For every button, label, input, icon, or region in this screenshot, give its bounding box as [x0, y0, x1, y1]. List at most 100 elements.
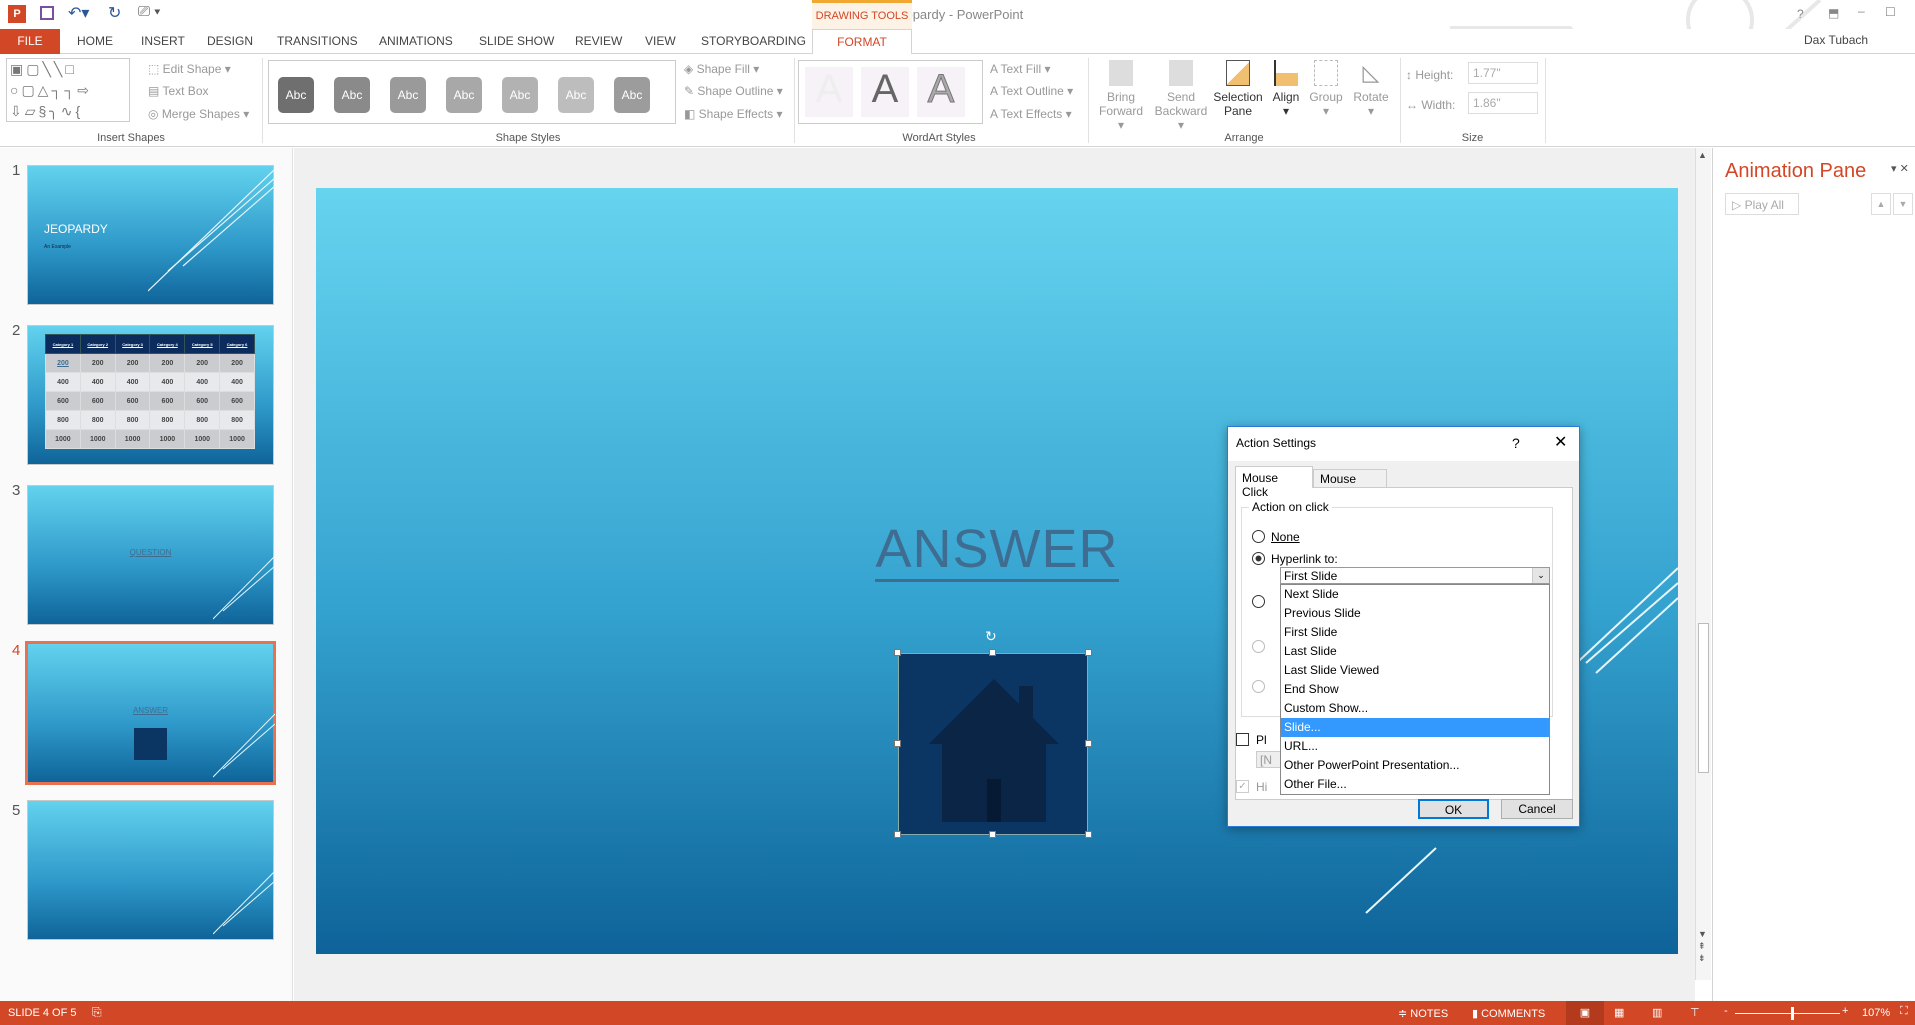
text-outline-button[interactable]: A Text Outline ▾ [990, 84, 1073, 98]
shape-style-swatch[interactable]: Abc [614, 77, 650, 113]
resize-handle[interactable] [894, 831, 901, 838]
height-input[interactable]: 1.77" [1468, 62, 1538, 84]
dropdown-option[interactable]: Other File... [1281, 775, 1549, 794]
dropdown-option[interactable]: Last Slide [1281, 642, 1549, 661]
fit-to-window-icon[interactable]: ⛶ [1900, 1005, 1908, 1018]
maximize-icon[interactable]: ☐ [1885, 5, 1896, 19]
text-box-button[interactable]: ▤ Text Box [148, 84, 209, 98]
resize-handle[interactable] [989, 831, 996, 838]
dropdown-option[interactable]: End Show [1281, 680, 1549, 699]
shape-style-swatch[interactable]: Abc [390, 77, 426, 113]
rotate-handle-icon[interactable]: ↻ [985, 628, 997, 645]
text-effects-button[interactable]: A Text Effects ▾ [990, 107, 1072, 121]
wordart-style[interactable]: A [861, 67, 909, 117]
home-action-button-shape[interactable] [898, 653, 1088, 835]
tab-mouse-over[interactable]: Mouse Over [1313, 469, 1387, 500]
shape-fill-button[interactable]: ◈ Shape Fill ▾ [684, 62, 759, 76]
spell-check-icon[interactable]: ⎘ [92, 1005, 102, 1020]
tab-storyboarding[interactable]: STORYBOARDING [692, 29, 815, 54]
play-sound-checkbox[interactable] [1236, 733, 1249, 746]
zoom-level[interactable]: 107% [1862, 1007, 1890, 1019]
slide-thumbnail-2[interactable]: Category 1 Category 2 Category 3 Category 4… [27, 325, 274, 465]
merge-shapes-button[interactable]: ◎ Merge Shapes ▾ [148, 107, 249, 121]
tab-mouse-click[interactable]: Mouse Click [1235, 466, 1313, 499]
shape-style-swatch[interactable]: Abc [558, 77, 594, 113]
resize-handle[interactable] [989, 649, 996, 656]
vertical-scrollbar[interactable]: ▲ ▼ ⇞ ⇟ [1695, 148, 1711, 980]
move-up-icon[interactable]: ▲ [1871, 193, 1891, 215]
dropdown-option[interactable]: URL... [1281, 737, 1549, 756]
send-backward-button[interactable]: Send Backward ▾ [1152, 60, 1210, 132]
tab-view[interactable]: VIEW [636, 29, 685, 54]
ribbon-display-options-icon[interactable]: ⬒ [1828, 6, 1839, 20]
help-button[interactable]: ? [1797, 7, 1804, 21]
normal-view-icon[interactable]: ▣ [1566, 1001, 1604, 1025]
shapes-gallery[interactable]: ▣▢╲╲□ ○▢△┐┐⇨ ⇩▱§╮∿{ [6, 58, 130, 122]
shape-style-swatch[interactable]: Abc [334, 77, 370, 113]
dropdown-option[interactable]: Other PowerPoint Presentation... [1281, 756, 1549, 775]
resize-handle[interactable] [894, 740, 901, 747]
tab-slide-show[interactable]: SLIDE SHOW [470, 29, 563, 54]
dropdown-option[interactable]: Custom Show... [1281, 699, 1549, 718]
zoom-slider[interactable] [1735, 1013, 1840, 1014]
shape-style-swatch[interactable]: Abc [502, 77, 538, 113]
wordart-style[interactable]: A [917, 67, 965, 117]
chevron-down-icon[interactable]: ⌄ [1532, 568, 1549, 583]
group-button[interactable]: Group ▾ [1306, 60, 1346, 118]
slide-sorter-icon[interactable]: ▦ [1614, 1006, 1624, 1019]
width-input[interactable]: 1.86" [1468, 92, 1538, 114]
play-all-button[interactable]: ▷ Play All [1725, 193, 1799, 215]
move-down-icon[interactable]: ▼ [1893, 193, 1913, 215]
notes-button[interactable]: ≑ NOTES [1398, 1007, 1448, 1020]
hyperlink-dropdown-list[interactable]: Next Slide Previous Slide First Slide Last … [1280, 584, 1550, 795]
align-button[interactable]: Align ▾ [1268, 60, 1304, 118]
scrollbar-thumb[interactable] [1698, 623, 1709, 773]
hyperlink-select[interactable]: First Slide ⌄ [1280, 567, 1550, 584]
slide-show-view-icon[interactable]: ⊤ [1690, 1006, 1700, 1019]
user-name[interactable]: Dax Tubach [1804, 33, 1868, 47]
edit-shape-button[interactable]: ⬚ Edit Shape ▾ [148, 62, 231, 76]
resize-handle[interactable] [1085, 831, 1092, 838]
bring-forward-button[interactable]: Bring Forward ▾ [1096, 60, 1146, 132]
tab-file[interactable]: FILE [0, 29, 60, 54]
dialog-help-button[interactable]: ? [1512, 435, 1520, 451]
shape-style-swatch[interactable]: Abc [446, 77, 482, 113]
resize-handle[interactable] [1085, 740, 1092, 747]
zoom-slider-thumb[interactable] [1791, 1007, 1794, 1020]
comments-button[interactable]: ▮ COMMENTS [1472, 1007, 1545, 1020]
tab-format[interactable]: FORMAT [812, 29, 912, 55]
shape-styles-gallery[interactable]: Abc Abc Abc Abc Abc Abc Abc [268, 60, 676, 124]
hyperlink-label[interactable]: Hyperlink to: [1271, 552, 1338, 566]
slide-thumbnails-panel[interactable]: 1 JEOPARDY An Example 2 Category 1 Catego… [0, 148, 293, 1001]
zoom-out-button[interactable]: - [1724, 1005, 1728, 1017]
dropdown-option[interactable]: Previous Slide [1281, 604, 1549, 623]
scroll-up-icon[interactable]: ▲ [1698, 150, 1707, 160]
slide-thumbnail-5[interactable] [27, 800, 275, 940]
radio-none[interactable] [1252, 530, 1265, 543]
pane-options-icon[interactable]: ▾ ✕ [1891, 162, 1909, 175]
tab-insert[interactable]: INSERT [132, 29, 194, 54]
radio-hyperlink[interactable] [1252, 552, 1265, 565]
play-sound-label[interactable]: Pl [1256, 733, 1267, 747]
tab-animations[interactable]: ANIMATIONS [370, 29, 462, 54]
minimize-icon[interactable]: – [1858, 4, 1865, 18]
slide-thumbnail-3[interactable]: QUESTION [27, 485, 275, 625]
ok-button[interactable]: OK [1418, 799, 1489, 819]
text-fill-button[interactable]: A Text Fill ▾ [990, 62, 1051, 76]
tab-home[interactable]: HOME [68, 29, 122, 54]
tab-transitions[interactable]: TRANSITIONS [268, 29, 367, 54]
cancel-button[interactable]: Cancel [1501, 799, 1573, 819]
radio-run-program[interactable] [1252, 595, 1265, 608]
selection-pane-button[interactable]: Selection Pane [1212, 60, 1264, 118]
zoom-in-button[interactable]: + [1842, 1005, 1848, 1017]
dropdown-option[interactable]: Next Slide [1281, 585, 1549, 604]
tab-review[interactable]: REVIEW [566, 29, 631, 54]
resize-handle[interactable] [894, 649, 901, 656]
close-icon[interactable]: ✕ [1554, 432, 1567, 452]
none-label[interactable]: None [1271, 530, 1300, 544]
shape-effects-button[interactable]: ◧ Shape Effects ▾ [684, 107, 783, 121]
scroll-down-icons[interactable]: ▼ ⇞ ⇟ [1698, 928, 1707, 964]
slide-thumbnail-1[interactable]: JEOPARDY An Example [27, 165, 275, 305]
dropdown-option[interactable]: Slide... [1281, 718, 1549, 737]
slide-thumbnail-4[interactable]: ANSWER [25, 641, 276, 785]
